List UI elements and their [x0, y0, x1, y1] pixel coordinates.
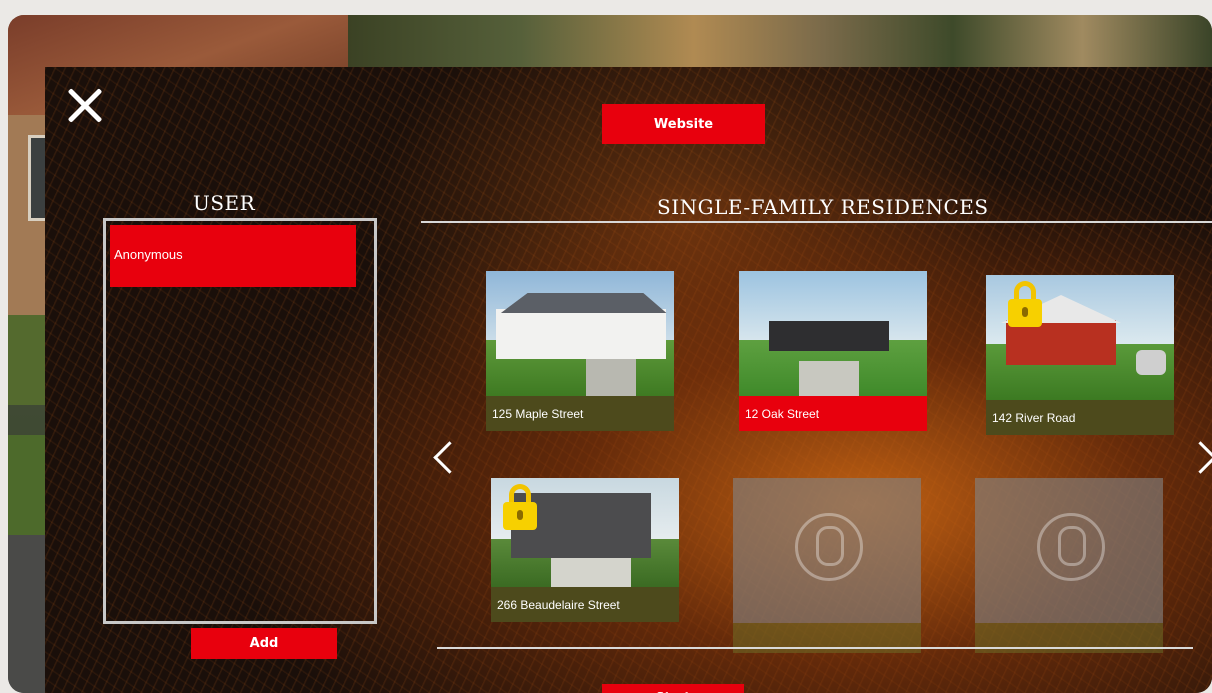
residence-thumbnail [739, 271, 927, 396]
start-button[interactable]: Start [602, 684, 744, 693]
user-list-item[interactable]: Anonymous [110, 225, 356, 287]
add-user-button[interactable]: Add [191, 628, 337, 659]
residence-card-maple[interactable]: 125 Maple Street [486, 271, 674, 431]
lock-icon [1008, 281, 1042, 327]
section-heading: SINGLE-FAMILY RESIDENCES [657, 195, 989, 219]
chevron-left-icon[interactable] [433, 441, 466, 474]
residence-label: 125 Maple Street [486, 396, 674, 431]
empty-slot [733, 478, 921, 653]
residence-card-beaudelaire[interactable]: 266 Beaudelaire Street [491, 478, 679, 622]
owl-logo-icon [1037, 513, 1105, 581]
lock-icon [503, 484, 537, 530]
residence-card-oak[interactable]: 12 Oak Street [739, 271, 927, 431]
residence-label: 266 Beaudelaire Street [491, 587, 679, 622]
website-button[interactable]: Website [602, 104, 765, 144]
empty-slot [975, 478, 1163, 653]
divider-top [421, 221, 1212, 223]
residence-card-river[interactable]: 142 River Road [986, 275, 1174, 435]
menu-panel: Website USER Anonymous Add SINGLE-FAMILY… [45, 67, 1212, 693]
close-icon[interactable] [65, 85, 105, 125]
divider-bottom [437, 647, 1193, 649]
user-heading: USER [193, 191, 256, 215]
residence-label: 12 Oak Street [739, 396, 927, 431]
residence-thumbnail [486, 271, 674, 396]
chevron-right-icon[interactable] [1184, 441, 1212, 474]
owl-logo-icon [795, 513, 863, 581]
user-list: Anonymous [103, 218, 377, 624]
app-viewport: Website USER Anonymous Add SINGLE-FAMILY… [8, 15, 1212, 693]
residence-label: 142 River Road [986, 400, 1174, 435]
